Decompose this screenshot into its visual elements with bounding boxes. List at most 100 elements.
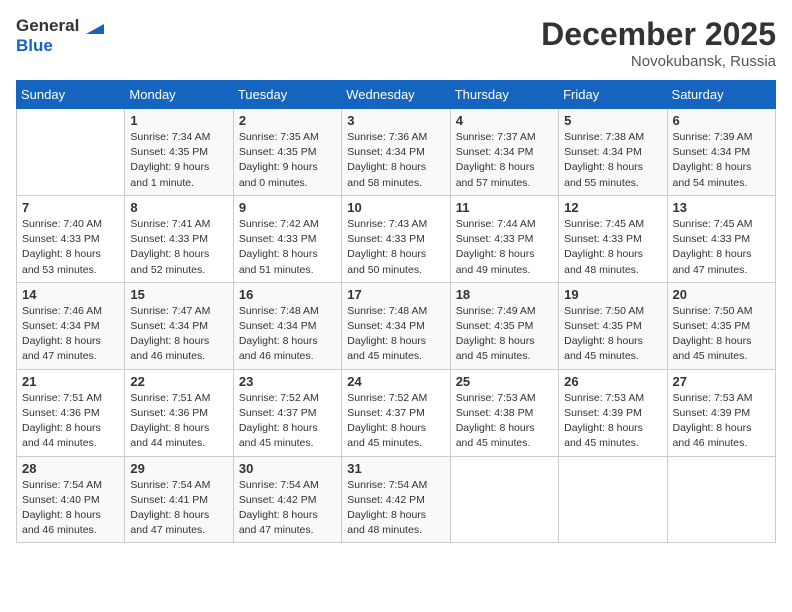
empty-cell [667, 456, 775, 543]
day-info: Sunrise: 7:49 AMSunset: 4:35 PMDaylight:… [456, 304, 553, 365]
day-number: 29 [130, 461, 227, 476]
day-info: Sunrise: 7:48 AMSunset: 4:34 PMDaylight:… [347, 304, 444, 365]
day-number: 6 [673, 113, 770, 128]
day-cell-20: 20Sunrise: 7:50 AMSunset: 4:35 PMDayligh… [667, 282, 775, 369]
day-cell-19: 19 Sunrise: 7:50 AMSunset: 4:35 PMDayligh… [559, 282, 667, 369]
day-number: 5 [564, 113, 661, 128]
logo-line2: Blue [16, 36, 104, 56]
day-info: Sunrise: 7:38 AMSunset: 4:34 PMDaylight:… [564, 130, 661, 191]
day-cell-2: 2 Sunrise: 7:35 AMSunset: 4:35 PMDaylight… [233, 109, 341, 196]
day-number: 8 [130, 200, 227, 215]
day-cell-25: 25 Sunrise: 7:53 AMSunset: 4:38 PMDayligh… [450, 369, 558, 456]
day-cell-24: 24Sunrise: 7:52 AMSunset: 4:37 PMDayligh… [342, 369, 450, 456]
day-cell-8: 8 Sunrise: 7:41 AMSunset: 4:33 PMDaylight… [125, 195, 233, 282]
empty-cell [450, 456, 558, 543]
day-info: Sunrise: 7:40 AMSunset: 4:33 PMDaylight:… [22, 217, 119, 278]
day-cell-23: 23Sunrise: 7:52 AMSunset: 4:37 PMDayligh… [233, 369, 341, 456]
day-info: Sunrise: 7:37 AMSunset: 4:34 PMDaylight:… [456, 130, 553, 191]
day-number: 2 [239, 113, 336, 128]
day-cell-10: 10Sunrise: 7:43 AMSunset: 4:33 PMDayligh… [342, 195, 450, 282]
day-cell-18: 18 Sunrise: 7:49 AMSunset: 4:35 PMDayligh… [450, 282, 558, 369]
day-info: Sunrise: 7:53 AMSunset: 4:38 PMDaylight:… [456, 391, 553, 452]
day-info: Sunrise: 7:50 AMSunset: 4:35 PMDaylight:… [673, 304, 770, 365]
day-number: 26 [564, 374, 661, 389]
day-number: 13 [673, 200, 770, 215]
day-cell-22: 22Sunrise: 7:51 AMSunset: 4:36 PMDayligh… [125, 369, 233, 456]
weekday-header-monday: Monday [125, 81, 233, 109]
day-number: 15 [130, 287, 227, 302]
day-number: 12 [564, 200, 661, 215]
weekday-header-sunday: Sunday [17, 81, 125, 109]
day-number: 16 [239, 287, 336, 302]
day-number: 7 [22, 200, 119, 215]
day-info: Sunrise: 7:53 AMSunset: 4:39 PMDaylight:… [564, 391, 661, 452]
day-number: 4 [456, 113, 553, 128]
location: Novokubansk, Russia [541, 53, 776, 70]
day-number: 27 [673, 374, 770, 389]
week-row-2: 7 Sunrise: 7:40 AMSunset: 4:33 PMDaylight… [17, 195, 776, 282]
day-info: Sunrise: 7:35 AMSunset: 4:35 PMDaylight:… [239, 130, 336, 191]
day-number: 25 [456, 374, 553, 389]
day-number: 1 [130, 113, 227, 128]
month-title: December 2025 [541, 16, 776, 53]
day-cell-31: 31 Sunrise: 7:54 AMSunset: 4:42 PMDayligh… [342, 456, 450, 543]
day-number: 21 [22, 374, 119, 389]
weekday-header-friday: Friday [559, 81, 667, 109]
day-number: 3 [347, 113, 444, 128]
day-info: Sunrise: 7:54 AMSunset: 4:42 PMDaylight:… [347, 478, 444, 539]
weekday-header-tuesday: Tuesday [233, 81, 341, 109]
day-info: Sunrise: 7:53 AMSunset: 4:39 PMDaylight:… [673, 391, 770, 452]
weekday-header-saturday: Saturday [667, 81, 775, 109]
day-cell-6: 6 Sunrise: 7:39 AMSunset: 4:34 PMDaylight… [667, 109, 775, 196]
weekday-header-row: SundayMondayTuesdayWednesdayThursdayFrid… [17, 81, 776, 109]
day-number: 11 [456, 200, 553, 215]
day-info: Sunrise: 7:54 AMSunset: 4:40 PMDaylight:… [22, 478, 119, 539]
day-number: 28 [22, 461, 119, 476]
day-cell-4: 4 Sunrise: 7:37 AMSunset: 4:34 PMDaylight… [450, 109, 558, 196]
title-block: December 2025 Novokubansk, Russia [541, 16, 776, 70]
day-info: Sunrise: 7:41 AMSunset: 4:33 PMDaylight:… [130, 217, 227, 278]
day-cell-3: 3 Sunrise: 7:36 AMSunset: 4:34 PMDaylight… [342, 109, 450, 196]
day-info: Sunrise: 7:51 AMSunset: 4:36 PMDaylight:… [130, 391, 227, 452]
day-number: 19 [564, 287, 661, 302]
week-row-1: 1 Sunrise: 7:34 AMSunset: 4:35 PMDaylight… [17, 109, 776, 196]
day-info: Sunrise: 7:34 AMSunset: 4:35 PMDaylight:… [130, 130, 227, 191]
day-info: Sunrise: 7:39 AMSunset: 4:34 PMDaylight:… [673, 130, 770, 191]
day-cell-1: 1 Sunrise: 7:34 AMSunset: 4:35 PMDaylight… [125, 109, 233, 196]
day-number: 14 [22, 287, 119, 302]
week-row-3: 14 Sunrise: 7:46 AMSunset: 4:34 PMDayligh… [17, 282, 776, 369]
day-cell-21: 21 Sunrise: 7:51 AMSunset: 4:36 PMDayligh… [17, 369, 125, 456]
week-row-5: 28 Sunrise: 7:54 AMSunset: 4:40 PMDayligh… [17, 456, 776, 543]
day-info: Sunrise: 7:47 AMSunset: 4:34 PMDaylight:… [130, 304, 227, 365]
day-cell-28: 28 Sunrise: 7:54 AMSunset: 4:40 PMDayligh… [17, 456, 125, 543]
day-cell-27: 27 Sunrise: 7:53 AMSunset: 4:39 PMDayligh… [667, 369, 775, 456]
day-cell-12: 12Sunrise: 7:45 AMSunset: 4:33 PMDayligh… [559, 195, 667, 282]
day-info: Sunrise: 7:43 AMSunset: 4:33 PMDaylight:… [347, 217, 444, 278]
day-number: 9 [239, 200, 336, 215]
day-cell-17: 17 Sunrise: 7:48 AMSunset: 4:34 PMDayligh… [342, 282, 450, 369]
day-info: Sunrise: 7:51 AMSunset: 4:36 PMDaylight:… [22, 391, 119, 452]
day-number: 31 [347, 461, 444, 476]
day-cell-9: 9 Sunrise: 7:42 AMSunset: 4:33 PMDaylight… [233, 195, 341, 282]
day-number: 18 [456, 287, 553, 302]
day-number: 17 [347, 287, 444, 302]
day-number: 30 [239, 461, 336, 476]
day-cell-5: 5 Sunrise: 7:38 AMSunset: 4:34 PMDaylight… [559, 109, 667, 196]
day-info: Sunrise: 7:44 AMSunset: 4:33 PMDaylight:… [456, 217, 553, 278]
day-info: Sunrise: 7:54 AMSunset: 4:41 PMDaylight:… [130, 478, 227, 539]
logo-bird-icon [86, 20, 104, 34]
page-header: General Blue December 2025 Novokubansk, … [16, 16, 776, 70]
day-cell-7: 7 Sunrise: 7:40 AMSunset: 4:33 PMDaylight… [17, 195, 125, 282]
day-info: Sunrise: 7:45 AMSunset: 4:33 PMDaylight:… [673, 217, 770, 278]
day-info: Sunrise: 7:50 AMSunset: 4:35 PMDaylight:… [564, 304, 661, 365]
day-cell-13: 13 Sunrise: 7:45 AMSunset: 4:33 PMDayligh… [667, 195, 775, 282]
day-info: Sunrise: 7:42 AMSunset: 4:33 PMDaylight:… [239, 217, 336, 278]
day-number: 24 [347, 374, 444, 389]
day-info: Sunrise: 7:52 AMSunset: 4:37 PMDaylight:… [239, 391, 336, 452]
calendar-table: SundayMondayTuesdayWednesdayThursdayFrid… [16, 80, 776, 543]
day-info: Sunrise: 7:48 AMSunset: 4:34 PMDaylight:… [239, 304, 336, 365]
week-row-4: 21 Sunrise: 7:51 AMSunset: 4:36 PMDayligh… [17, 369, 776, 456]
logo-line1: General [16, 16, 104, 36]
day-info: Sunrise: 7:46 AMSunset: 4:34 PMDaylight:… [22, 304, 119, 365]
day-info: Sunrise: 7:36 AMSunset: 4:34 PMDaylight:… [347, 130, 444, 191]
